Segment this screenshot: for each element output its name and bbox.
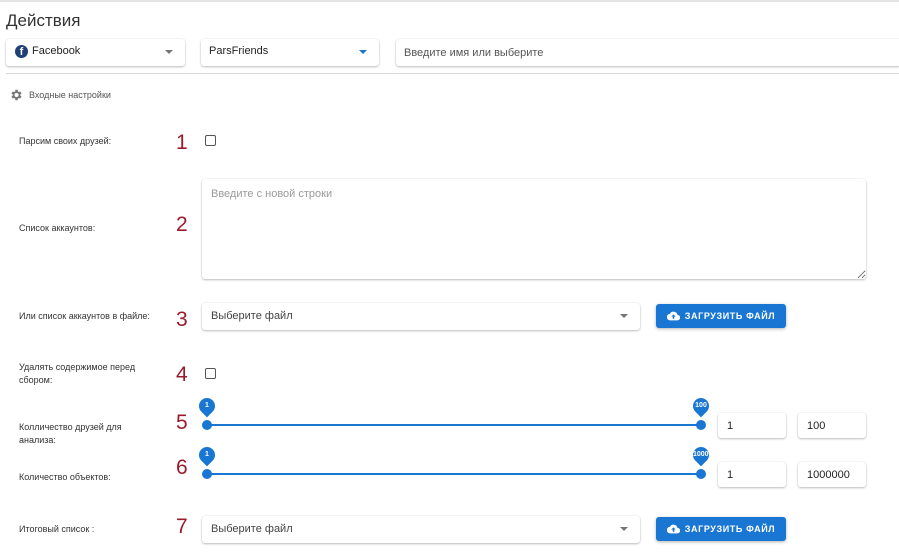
annotation-number: 4 <box>176 363 188 386</box>
facebook-icon: f <box>15 45 28 58</box>
network-select[interactable]: f Facebook <box>6 39 185 66</box>
parse-own-label: Парсим своих друзей: <box>19 136 112 146</box>
annotation-number: 5 <box>176 411 188 434</box>
slider-value-pin: 10000 <box>689 443 713 467</box>
result-list-select[interactable]: Выберите файл <box>202 516 640 543</box>
annotation-number: 3 <box>176 308 188 331</box>
clear-before-checkbox[interactable] <box>205 368 216 379</box>
slider-track <box>207 424 701 426</box>
chevron-down-icon <box>359 50 367 54</box>
slider-value-pin: 1 <box>195 443 219 467</box>
accounts-file-select-value: Выберите файл <box>211 310 293 322</box>
upload-button-label: ЗАГРУЗИТЬ ФАЙЛ <box>684 524 776 534</box>
upload-accounts-file-button[interactable]: ЗАГРУЗИТЬ ФАЙЛ <box>656 304 786 328</box>
annotation-number: 6 <box>176 456 188 479</box>
network-select-value: Facebook <box>32 45 81 57</box>
chevron-down-icon <box>620 314 628 318</box>
cloud-upload-icon <box>666 311 680 321</box>
friends-count-min-input[interactable] <box>718 413 786 438</box>
parse-own-checkbox[interactable] <box>205 135 216 146</box>
action-select-value: ParsFriends <box>209 45 269 57</box>
result-list-label: Итоговый список : <box>19 524 95 534</box>
accounts-list-label: Список аккаунтов: <box>19 223 96 233</box>
annotation-number: 2 <box>176 213 188 236</box>
top-border <box>0 0 899 2</box>
objects-count-min-input[interactable] <box>718 462 786 487</box>
upload-result-file-button[interactable]: ЗАГРУЗИТЬ ФАЙЛ <box>656 517 786 541</box>
slider-min-thumb[interactable]: 1 <box>195 394 219 430</box>
friends-count-label: Колличество друзей для анализа: <box>19 422 122 445</box>
upload-button-label: ЗАГРУЗИТЬ ФАЙЛ <box>684 311 776 321</box>
slider-max-thumb[interactable]: 10000 <box>689 443 713 479</box>
accounts-file-label: Или список аккаунтов в файле: <box>19 311 150 321</box>
section-header: Входные настройки <box>9 88 111 102</box>
objects-count-label: Количество объектов: <box>19 472 111 482</box>
accounts-list-textarea[interactable] <box>202 179 866 279</box>
accounts-file-select[interactable]: Выберите файл <box>202 303 640 330</box>
slider-value-pin: 1 <box>195 394 219 418</box>
slider-min-thumb[interactable]: 1 <box>195 443 219 479</box>
friends-count-max-input[interactable] <box>798 413 866 438</box>
chevron-down-icon <box>620 527 628 531</box>
objects-count-max-input[interactable] <box>798 462 866 487</box>
chevron-down-icon <box>165 50 173 54</box>
action-select[interactable]: ParsFriends <box>201 39 379 66</box>
page-title: Действия <box>6 11 81 30</box>
slider-value-pin: 100 <box>689 394 713 418</box>
objects-count-range-slider[interactable]: 1 10000 <box>195 443 713 484</box>
friends-count-range-slider[interactable]: 1 100 <box>195 394 713 435</box>
cloud-upload-icon <box>666 524 680 534</box>
annotation-number: 1 <box>176 131 188 154</box>
slider-track <box>207 473 701 475</box>
annotation-number: 7 <box>176 515 188 538</box>
slider-max-thumb[interactable]: 100 <box>689 394 713 430</box>
account-search-input[interactable] <box>396 39 899 66</box>
divider <box>6 73 899 74</box>
result-list-select-value: Выберите файл <box>211 523 293 535</box>
clear-before-label: Удалять содержимое перед сбором: <box>19 362 136 385</box>
section-title: Входные настройки <box>29 90 111 100</box>
gear-icon <box>11 89 22 101</box>
